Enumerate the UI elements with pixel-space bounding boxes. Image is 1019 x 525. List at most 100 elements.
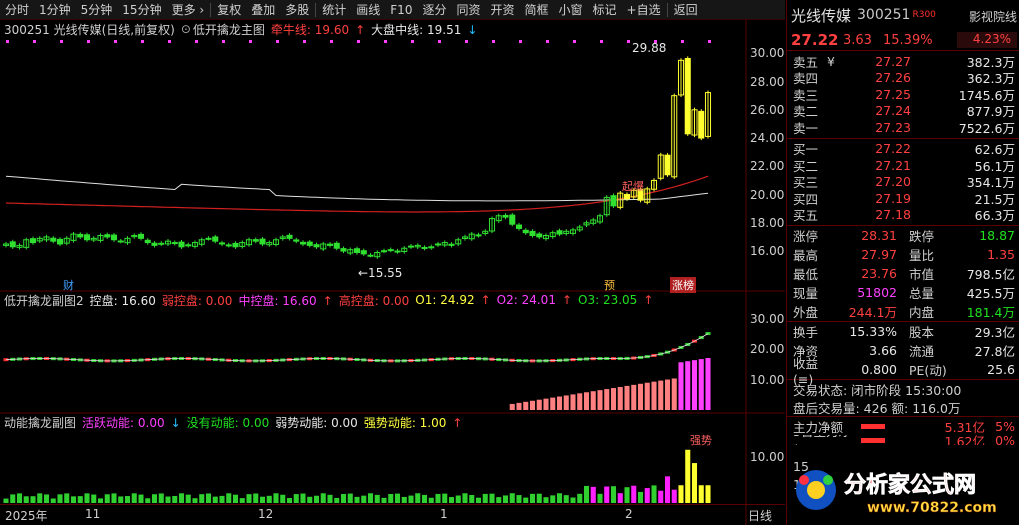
toolbar-separator [210,2,212,17]
candle-body [110,234,118,241]
top-signal-dot [357,40,360,43]
indicator-name[interactable]: 低开擒龙主图 [193,21,265,38]
toolbar-item-17[interactable]: +自选 [622,0,666,20]
sub2-momentum-bar [529,493,536,503]
toolbar-item-7[interactable]: 多股 [280,0,314,20]
ask-row[interactable]: 卖二 27.24 877.9万 [787,103,1019,119]
candle-body [623,193,631,200]
toolbar-item-3[interactable]: 15分钟 [117,0,166,20]
sub1-volume-bar [529,400,536,410]
bid-row[interactable]: 买五 27.18 66.3万 [787,207,1019,223]
toolbar-item-12[interactable]: 同资 [451,0,485,20]
sub2-momentum-bar [16,493,23,503]
sub2-momentum-bar [84,493,90,503]
toolbar-item-13[interactable]: 开资 [485,0,519,20]
sub2-momentum-bar [482,493,488,503]
toolbar-item-6[interactable]: 叠加 [246,0,280,20]
stat-l1: 换手 [793,325,819,340]
top-signal-dot [384,40,387,43]
marker-qibao: 起爆 [622,180,644,193]
toolbar-item-1[interactable]: 1分钟 [34,0,76,20]
sub1-volume-bar [658,380,664,410]
stat-v1: 15.33% [849,324,897,339]
toolbar-item-9[interactable]: 画线 [351,0,385,20]
stat-v2: 25.6 [987,362,1015,377]
top-signal-dot [465,40,468,43]
bid-row[interactable]: 买二 27.21 56.1万 [787,157,1019,174]
toolbar-item-14[interactable]: 简框 [520,0,554,20]
toolbar-item-18[interactable]: 返回 [669,0,703,20]
amplitude-badge: 4.23% [957,32,1017,48]
bid-row[interactable]: 买一 27.22 62.6万 [787,141,1019,157]
candle-body [178,241,185,248]
sub1-volume-bar [610,388,617,410]
sub1-title[interactable]: 低开擒龙副图2 [4,292,84,309]
candle-body [475,234,482,237]
period-label[interactable]: 日线 [748,507,772,524]
stat-row: 最低 23.76 市值 798.5亿 [787,264,1019,283]
sub2-momentum-bar [590,486,596,503]
sub2-momentum-bar [104,494,110,503]
toolbar-item-11[interactable]: 逐分 [417,0,451,20]
sub2-momentum-bar [273,493,279,503]
top-signal-dot [681,40,684,43]
sub1-volume-bar [685,361,691,410]
top-signal-dot [627,40,630,43]
sub2-momentum-bar [664,476,671,503]
sub2-momentum-bar [516,495,522,503]
candle-body [299,241,307,245]
marker-zhangbang[interactable]: 涨榜 [670,277,696,293]
toolbar: 分时 1分钟 5分钟 15分钟 更多 › 复权 叠加 多股 统计 画线 F10 逐分 同资 开资 简框 小窗标… [0,0,785,20]
ask-row[interactable]: 卖一 27.23 7522.6万 [787,119,1019,136]
sub1-volume-bar [691,360,698,410]
stats2-block: 换手 15.33% 股本 29.3亿 净资 3.66 流通 27.8亿 收益(≡) 0.800 PE… [787,322,1019,387]
sector-tab[interactable]: 影视院线 [969,8,1017,25]
sub1-volume-bar [590,391,596,410]
top-signal-dot [222,40,225,43]
toolbar-item-2[interactable]: 5分钟 [76,0,118,20]
marker-cai[interactable]: 财 [63,277,74,293]
bid-row[interactable]: 买四 27.19 21.5万 [787,190,1019,207]
main-flow-pct: 5% [995,418,1015,434]
candle-body [515,224,523,229]
candle-body [380,250,388,253]
toolbar-item-15[interactable]: 小窗 [554,0,588,20]
candle-body [529,230,536,237]
chevron-down-icon[interactable]: ⊙ [181,22,191,36]
stat-l2: 总量 [909,286,935,301]
stat-v1: 51802 [857,285,897,300]
sub1-line [5,333,709,362]
toolbar-item-16[interactable]: 标记 [588,0,622,20]
toolbar-item-5[interactable]: 复权 [212,0,246,20]
toolbar-item-10[interactable]: F10 [385,0,417,20]
top-signal-dot [600,40,603,43]
candle-body [333,242,340,249]
sub2-momentum-bar [199,494,205,503]
sub2-momentum-bar [151,494,158,503]
top-signal-dot [438,40,441,43]
main-flow-label: 主力净额 [793,419,844,435]
toolbar-separator [666,2,668,17]
toolbar-item-0[interactable]: 分时 [0,0,34,20]
stat-v2: 27.8亿 [974,344,1015,359]
sub2-momentum-bar [442,493,448,503]
top-signal-dot [303,40,306,43]
chart-area[interactable]: 300251 光线传媒(日线,前复权) ⊙ 低开擒龙主图 牵牛线: 19.60 ↑… [0,20,785,525]
sub2-momentum-bar [462,493,468,503]
sub2-momentum-bar [10,494,16,503]
ask-row[interactable]: 卖五 ¥27.27 382.3万 [787,53,1019,70]
sub2-momentum-bar [502,495,509,503]
bid-row[interactable]: 买三 27.20 354.1万 [787,174,1019,190]
toolbar-item-8[interactable]: 统计 [317,0,351,20]
ask-row[interactable]: 卖三 27.25 1745.6万 [787,86,1019,103]
sub2-momentum-bar [543,497,549,503]
toolbar-item-4[interactable]: 更多 › [167,0,210,20]
sub2-momentum-bar [509,493,515,503]
marker-yu[interactable]: 预 [604,277,615,293]
sub1-volume-bar [698,359,704,410]
ask-row[interactable]: 卖四 27.26 362.3万 [787,70,1019,86]
candle-body [428,246,435,249]
sub2-title[interactable]: 动能擒龙副图 [4,414,76,431]
top-signal-dot [519,40,522,43]
candle-body [212,236,219,242]
